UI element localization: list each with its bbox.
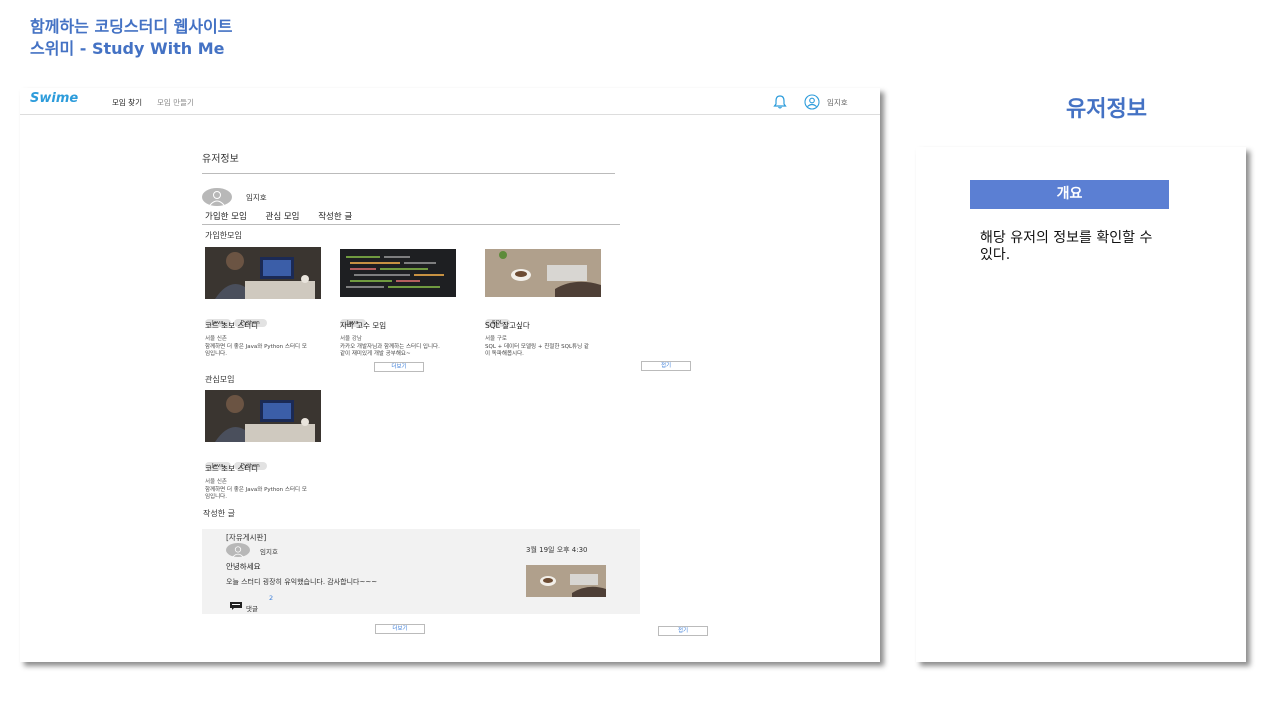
comment-label[interactable]: 댓글 bbox=[246, 603, 258, 613]
card-image bbox=[340, 249, 456, 297]
card-location: 서울 신촌 bbox=[205, 479, 227, 485]
group-card[interactable]: Java 자바 고수 모임 서울 강남 카카오 개발자님과 함께하는 스터디 입… bbox=[340, 249, 458, 358]
section-label-joined: 가입한모임 bbox=[205, 231, 242, 240]
nav-find-group[interactable]: 모임 찾기 bbox=[112, 97, 142, 108]
mockup-window: Swime 모임 찾기 모임 만들기 임지호 유저정보 임지호 가입한 모임 관… bbox=[20, 88, 880, 662]
tab-bar: 가입한 모임 관심 모임 작성한 글 bbox=[205, 210, 368, 222]
divider bbox=[202, 173, 615, 174]
more-button[interactable]: 더보기 bbox=[374, 362, 424, 372]
card-description: 함께하면 더 좋은 Java와 Python 스터디 모임입니다. bbox=[205, 487, 307, 500]
comment-icon bbox=[230, 602, 242, 610]
overview-box: 개요 bbox=[970, 180, 1169, 209]
avatar bbox=[226, 543, 250, 558]
card-location: 서울 신촌 bbox=[205, 336, 227, 342]
page-title: 유저정보 bbox=[202, 154, 239, 165]
comment-count: 2 bbox=[269, 594, 274, 602]
nav-make-group[interactable]: 모임 만들기 bbox=[157, 97, 194, 108]
card-description: 카카오 개발자님과 함께하는 스터디 입니다. 같이 재미있게 개발 공부해요~ bbox=[340, 344, 440, 357]
group-card[interactable]: Java Python 코드 초보 스터디 서울 신촌 함께하면 더 좋은 Jav… bbox=[205, 247, 323, 358]
post-image bbox=[526, 565, 606, 597]
tab-posts[interactable]: 작성한 글 bbox=[318, 212, 352, 222]
side-heading: 유저정보 bbox=[1066, 97, 1147, 122]
post-body: 오늘 스터디 굉장히 유익했습니다. 감사합니다~~~ bbox=[226, 578, 378, 586]
bell-icon[interactable] bbox=[772, 94, 788, 110]
slide-title-line1: 함께하는 코딩스터디 웹사이트 bbox=[30, 17, 233, 36]
tab-joined[interactable]: 가입한 모임 bbox=[205, 212, 247, 222]
more-button[interactable]: 더보기 bbox=[375, 624, 425, 634]
post-item[interactable]: [자유게시판] 임지호 3월 19일 오후 4:30 안녕하세요 오늘 스터디 … bbox=[202, 529, 640, 614]
divider bbox=[202, 224, 620, 225]
card-location: 서울 강남 bbox=[340, 336, 362, 342]
section-label-interest: 관심모임 bbox=[205, 375, 235, 384]
card-image bbox=[485, 249, 601, 297]
logo[interactable]: Swime bbox=[30, 91, 78, 106]
card-title: 자바 고수 모임 bbox=[340, 321, 387, 330]
fold-button[interactable]: 접기 bbox=[658, 626, 708, 636]
card-image bbox=[205, 390, 321, 442]
card-title: SQL 잘고싶다 bbox=[485, 321, 530, 330]
group-card[interactable]: SQL SQL 잘고싶다 서울 구로 SQL + 데이터 모델링 + 친절한 S… bbox=[485, 249, 603, 358]
top-nav: Swime 모임 찾기 모임 만들기 임지호 bbox=[20, 88, 880, 115]
group-card[interactable]: Java Python 코드 초보 스터디 서울 신촌 함께하면 더 좋은 Jav… bbox=[205, 390, 323, 501]
post-board: [자유게시판] bbox=[226, 533, 267, 542]
description-panel: 개요 해당 유저의 정보를 확인할 수 있다. bbox=[916, 147, 1246, 662]
slide-title-line2: 스위미 - Study With Me bbox=[30, 39, 225, 58]
card-image bbox=[205, 247, 321, 299]
overview-text: 해당 유저의 정보를 확인할 수 있다. bbox=[980, 230, 1153, 263]
section-label-posts: 작성한 글 bbox=[203, 509, 235, 518]
post-date: 3월 19일 오후 4:30 bbox=[526, 546, 588, 554]
fold-button[interactable]: 접기 bbox=[641, 361, 691, 371]
nav-username[interactable]: 임지호 bbox=[827, 97, 848, 108]
post-title: 안녕하세요 bbox=[226, 562, 261, 571]
slide-title: 함께하는 코딩스터디 웹사이트 스위미 - Study With Me bbox=[30, 16, 233, 60]
avatar bbox=[202, 188, 232, 206]
card-description: SQL + 데이터 모델링 + 친절한 SQL튜닝 같이 독파해봅시다. bbox=[485, 344, 589, 357]
card-description: 함께하면 더 좋은 Java와 Python 스터디 모임입니다. bbox=[205, 344, 307, 357]
post-author: 임지호 bbox=[260, 548, 278, 556]
user-icon[interactable] bbox=[804, 94, 820, 110]
tab-interest[interactable]: 관심 모임 bbox=[266, 212, 300, 222]
card-location: 서울 구로 bbox=[485, 336, 507, 342]
profile-name: 임지호 bbox=[246, 193, 267, 202]
